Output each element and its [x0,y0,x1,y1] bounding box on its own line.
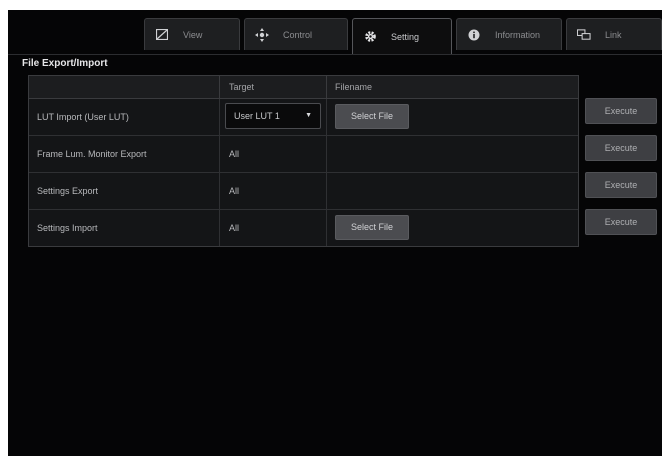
tab-setting-label: Setting [391,31,420,42]
table-row: LUT Import (User LUT) User LUT 1 ▼ Selec… [29,99,578,136]
tab-control-label: Control [283,29,313,40]
row-label: Frame Lum. Monitor Export [37,149,147,159]
row-label: Settings Export [37,186,99,196]
table-row: Settings Import All Select File [29,210,578,246]
tab-link[interactable]: Link [566,18,662,50]
execute-button-frame-lum-export[interactable]: Execute [585,135,657,161]
tab-setting[interactable]: Setting [352,18,452,54]
row-target: All [229,223,240,233]
view-icon [155,28,169,42]
chevron-down-icon: ▼ [305,112,312,119]
tab-control[interactable]: Control [244,18,348,50]
tab-view-label: View [183,29,203,40]
control-icon [255,27,269,42]
section-title: File Export/Import [22,58,108,69]
execute-button-settings-import[interactable]: Execute [585,209,657,235]
table-row: Settings Export All [29,173,578,210]
row-label: LUT Import (User LUT) [37,112,129,122]
header-target: Target [229,82,255,92]
select-file-button[interactable]: Select File [335,104,409,129]
tab-information[interactable]: Information [456,18,562,50]
header-filename: Filename [335,82,373,92]
tab-bar: View Control Setting Information Link [144,18,662,54]
tab-divider [8,54,662,55]
row-target: All [229,186,240,196]
app-screen: View Control Setting Information Link Fi… [8,10,662,456]
file-export-import-table: Target Filename LUT Import (User LUT) Us… [28,75,579,247]
row-label: Settings Import [37,223,98,233]
execute-button-lut-import[interactable]: Execute [585,98,657,124]
tab-information-label: Information [495,29,541,40]
link-icon [577,28,591,42]
dropdown-value: User LUT 1 [234,111,280,121]
target-dropdown[interactable]: User LUT 1 ▼ [225,103,321,129]
tab-link-label: Link [605,29,622,40]
table-row: Frame Lum. Monitor Export All [29,136,578,173]
table-header: Target Filename [29,76,578,99]
row-target: All [229,149,240,159]
gear-icon [363,30,377,44]
select-file-button[interactable]: Select File [335,215,409,240]
info-icon [467,28,481,42]
tab-view[interactable]: View [144,18,240,50]
execute-button-settings-export[interactable]: Execute [585,172,657,198]
